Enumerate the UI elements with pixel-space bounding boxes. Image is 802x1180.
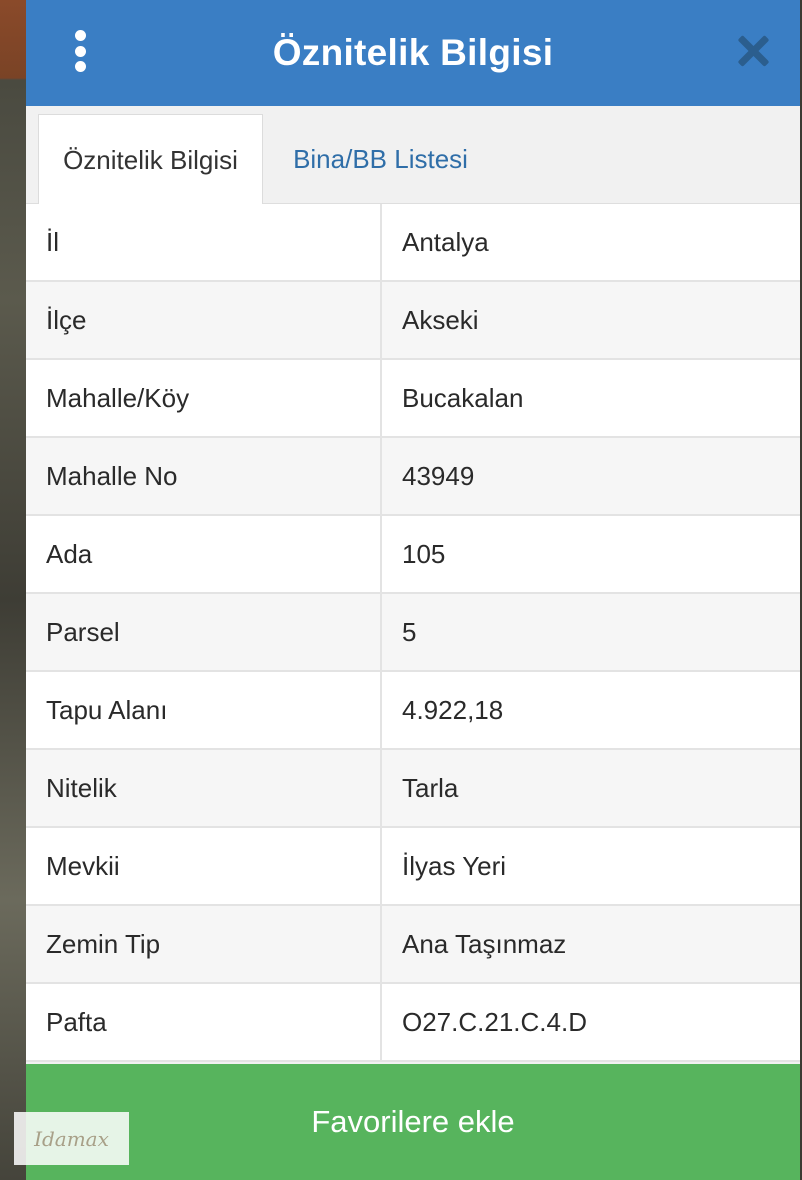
attribute-key: Mevkii [26,828,382,904]
attribute-key: Mahalle/Köy [26,360,382,436]
table-row: Pafta O27.C.21.C.4.D [26,984,800,1062]
table-row: Mevkii İlyas Yeri [26,828,800,906]
add-to-favorites-button[interactable]: Favorilere ekle [26,1064,800,1180]
attribute-key: Mahalle No [26,438,382,514]
table-row: Nitelik Tarla [26,750,800,828]
more-vertical-icon[interactable] [70,30,90,72]
attribute-key: Tapu Alanı [26,672,382,748]
tab-attribute-info[interactable]: Öznitelik Bilgisi [38,114,263,205]
attribute-value: Antalya [402,226,489,257]
dialog-header: Öznitelik Bilgisi [26,0,800,106]
attribute-value: 5 [402,616,417,647]
attribute-table: İl Antalya İlçe Akseki Mahalle/Köy Bucak… [26,204,800,1062]
table-row: Ada 105 [26,516,800,594]
attribute-key: İl [26,204,382,280]
attribute-value: 43949 [402,460,475,491]
dialog-title: Öznitelik Bilgisi [272,32,554,73]
tab-building-list[interactable]: Bina/BB Listesi [278,114,483,205]
attribute-value: O27.C.21.C.4.D [402,1006,587,1037]
attribute-value: İlyas Yeri [402,850,507,881]
background-map [0,0,26,1180]
table-row: Zemin Tip Ana Taşınmaz [26,906,800,984]
attribute-key: İlçe [26,282,382,358]
attribute-value: Tarla [402,772,459,803]
table-row: İlçe Akseki [26,282,800,360]
attribute-value: 105 [402,538,446,569]
attribute-key: Zemin Tip [26,906,382,982]
menu-dot [74,30,86,41]
attribute-key: Parsel [26,594,382,670]
table-row: İl Antalya [26,204,800,282]
attribute-value: Akseki [402,304,479,335]
table-row: Mahalle/Köy Bucakalan [26,360,800,438]
tab-bar: Öznitelik Bilgisi Bina/BB Listesi [26,106,800,205]
attribute-key: Nitelik [26,750,382,826]
close-icon[interactable] [736,34,770,68]
attribute-key: Pafta [26,984,382,1060]
attribute-key: Ada [26,516,382,592]
menu-dot [74,45,86,57]
table-row: Tapu Alanı 4.922,18 [26,672,800,750]
attribute-value: Ana Taşınmaz [402,928,567,959]
brand-logo: Idamax [14,1112,129,1165]
attribute-value: Bucakalan [402,382,524,413]
attribute-value: 4.922,18 [402,694,504,725]
attribute-info-dialog: Öznitelik Bilgisi Öznitelik Bilgisi Bina… [26,0,800,1180]
menu-dot [74,61,86,72]
table-row: Mahalle No 43949 [26,438,800,516]
table-row: Parsel 5 [26,594,800,672]
